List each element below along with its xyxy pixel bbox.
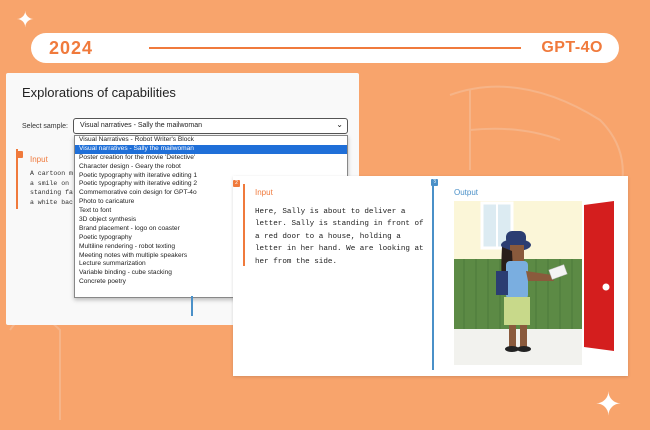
input-number-badge: 2 xyxy=(233,180,240,187)
dropdown-option[interactable]: Visual Narratives - Robot Writer's Block xyxy=(75,136,347,145)
input-prompt-text: Here, Sally is about to deliver a letter… xyxy=(255,208,424,266)
banner-divider xyxy=(149,47,521,49)
page-title: Explorations of capabilities xyxy=(22,85,176,100)
select-label: Select sample: xyxy=(22,123,68,130)
input-label: Input xyxy=(30,155,48,164)
year-label: 2024 xyxy=(49,38,94,58)
output-section-edge xyxy=(191,296,193,316)
dropdown-option[interactable]: Visual narratives - Sally the mailwoman xyxy=(75,144,347,154)
model-label: GPT-4O xyxy=(541,39,603,56)
header-banner: 2024 GPT-4O xyxy=(31,33,619,63)
sample-select[interactable]: Visual narratives - Sally the mailwoman … xyxy=(73,118,348,134)
chevron-down-icon: ⌄ xyxy=(336,120,343,129)
input-section: Input A cartoon m a smile on standing fa… xyxy=(16,149,80,209)
sparkle-icon: ✦ xyxy=(595,386,622,422)
output-label: Output xyxy=(454,188,479,197)
dropdown-option[interactable]: Poster creation for the movie 'Detective… xyxy=(75,154,347,163)
input-label: Input xyxy=(255,188,273,197)
sparkle-icon: ✦ xyxy=(16,7,35,32)
example-card: 2 Input Here, Sally is about to deliver … xyxy=(233,176,628,376)
sally-illustration-image xyxy=(454,201,618,365)
input-section: Input Here, Sally is about to deliver a … xyxy=(243,184,425,266)
input-text: A cartoon m a smile on standing fa a whi… xyxy=(30,170,73,206)
select-value: Visual narratives - Sally the mailwoman xyxy=(80,122,203,129)
dropdown-option[interactable]: Character design - Geary the robot xyxy=(75,163,347,172)
